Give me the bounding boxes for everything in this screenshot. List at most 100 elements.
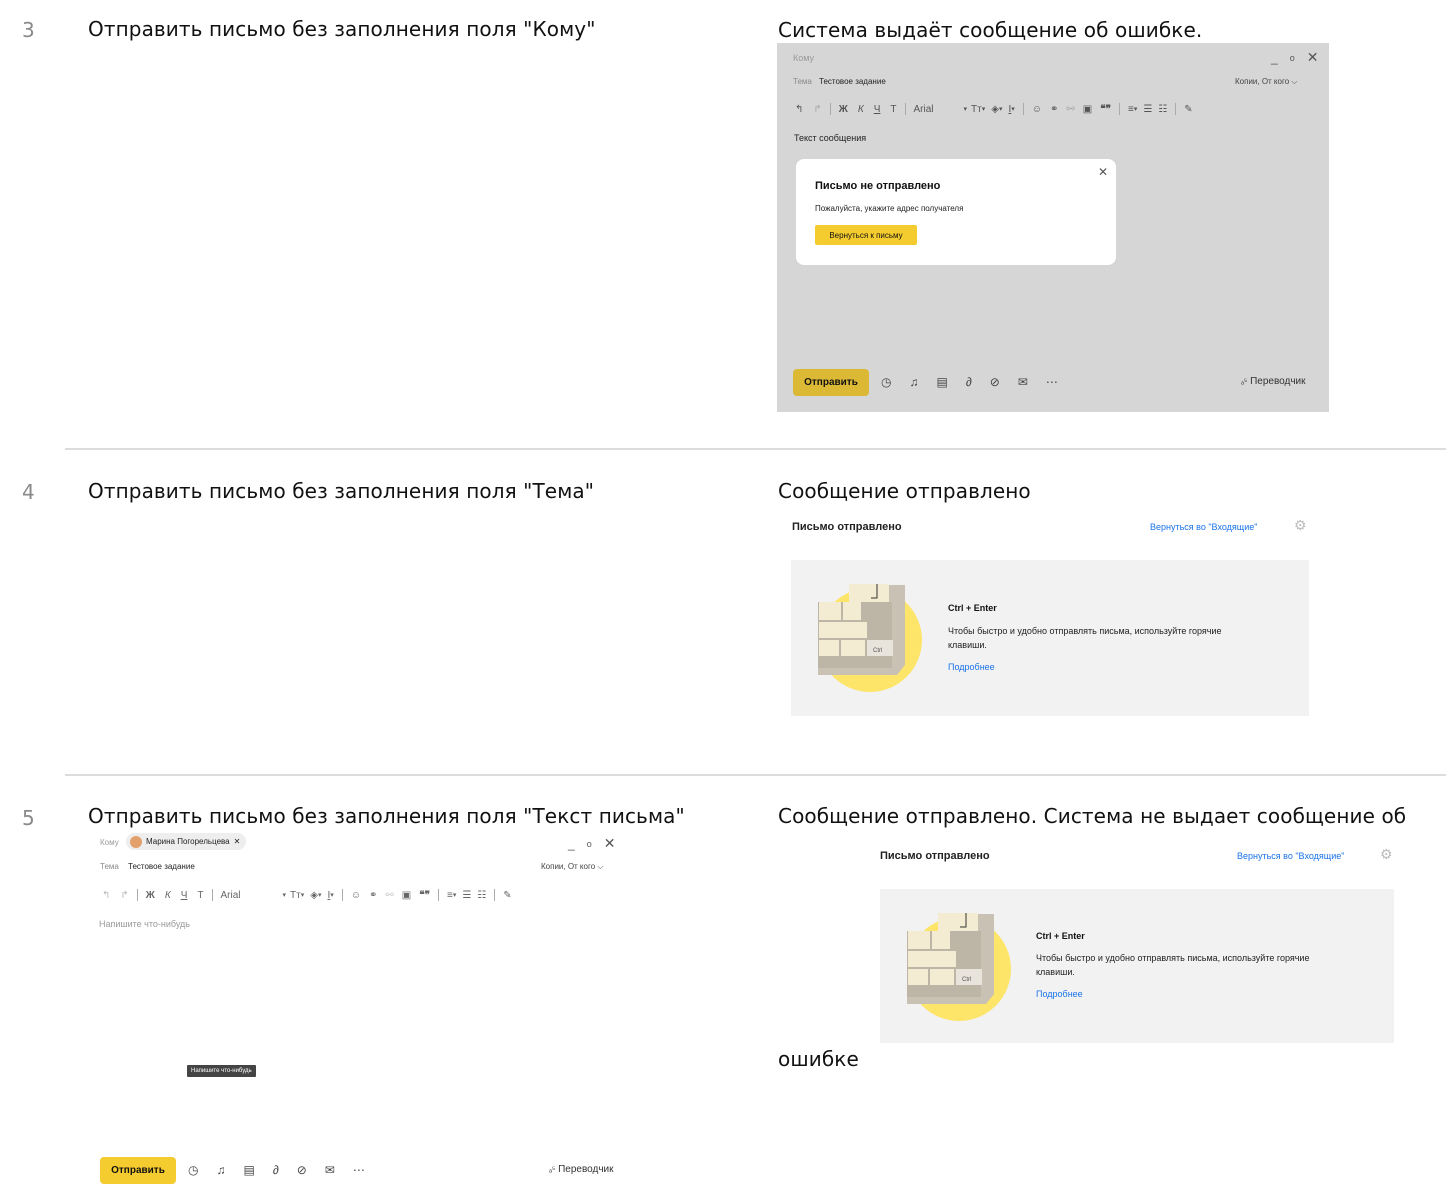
link-icon[interactable]: ⚭ [1050, 104, 1058, 115]
bold-button[interactable]: Ж [146, 890, 155, 901]
redo-icon[interactable]: ↱ [813, 104, 821, 115]
return-to-letter-button[interactable]: Вернуться к письму [815, 225, 917, 245]
font-select[interactable]: Arial [221, 890, 283, 901]
number-list-icon[interactable]: ☷ [1158, 104, 1167, 115]
message-body-placeholder[interactable]: Напишите что-нибудь [99, 919, 190, 929]
underline-button[interactable]: Ч [181, 890, 188, 901]
unlink-icon[interactable]: ⚯ [1066, 104, 1074, 115]
translator-label: Переводчик [1250, 376, 1306, 387]
disk-icon[interactable]: ⊘ [297, 1163, 307, 1177]
translator-label: Переводчик [558, 1164, 614, 1175]
hint-text-line2: клавиши. [948, 640, 987, 650]
strike-button[interactable]: Т [890, 104, 896, 115]
fill-color-icon[interactable]: ◈ [310, 890, 318, 901]
italic-button[interactable]: К [858, 104, 864, 115]
to-label[interactable]: Кому [100, 838, 119, 847]
back-to-inbox-link[interactable]: Вернуться во "Входящие" [1150, 522, 1257, 532]
send-button[interactable]: Отправить [793, 369, 869, 396]
chevron-down-icon[interactable]: ▾ [283, 891, 287, 899]
unlink-icon[interactable]: ⚯ [385, 890, 393, 901]
ctrl-key-label: Ctrl [962, 977, 971, 983]
bell-icon[interactable]: ♫ [216, 1163, 225, 1177]
sent-page-screenshot: Письмо отправлено Вернуться во "Входящие… [778, 508, 1318, 728]
translator-button[interactable]: ₐ⁵ Переводчик [549, 1164, 614, 1175]
emoji-icon[interactable]: ☺ [351, 890, 361, 901]
template-icon[interactable]: ▤ [243, 1163, 254, 1177]
hint-text-line1: Чтобы быстро и удобно отправлять письма,… [1036, 953, 1310, 963]
undo-icon[interactable]: ↰ [795, 104, 803, 115]
bell-icon[interactable]: ♫ [909, 375, 918, 389]
image-icon[interactable]: ▣ [1083, 104, 1092, 115]
quote-icon[interactable]: ❝❞ [1100, 104, 1111, 115]
learn-more-link[interactable]: Подробнее [948, 662, 995, 672]
font-size-button[interactable]: Тт [290, 890, 301, 901]
quote-icon[interactable]: ❝❞ [419, 890, 430, 901]
fill-color-icon[interactable]: ◈ [991, 104, 999, 115]
clear-format-icon[interactable]: ✎ [503, 890, 511, 901]
clear-format-icon[interactable]: ✎ [1184, 104, 1192, 115]
cc-toggle[interactable]: Копии, От кого ⌵ [541, 862, 603, 872]
attach-icon[interactable]: ∂ [966, 375, 972, 389]
subject-label: Тема [100, 862, 119, 871]
disk-icon[interactable]: ⊘ [990, 375, 1000, 389]
bold-button[interactable]: Ж [839, 104, 848, 115]
envelope-icon[interactable]: ✉ [325, 1163, 335, 1177]
italic-button[interactable]: К [165, 890, 171, 901]
subject-value[interactable]: Тестовое задание [128, 862, 195, 871]
more-icon[interactable]: ⋯ [1046, 375, 1058, 389]
sent-page-screenshot: Письмо отправлено Вернуться во "Входящие… [866, 837, 1406, 1057]
bullet-list-icon[interactable]: ☰ [1143, 104, 1152, 115]
number-list-icon[interactable]: ☷ [477, 890, 486, 901]
clock-icon[interactable]: ◷ [188, 1163, 198, 1177]
ctrl-key-label: Ctrl [873, 648, 882, 654]
learn-more-link[interactable]: Подробнее [1036, 989, 1083, 999]
close-icon[interactable]: ✕ [1098, 165, 1108, 179]
font-select[interactable]: Arial [914, 104, 964, 115]
close-icon[interactable]: ✕ [234, 837, 241, 846]
close-icon[interactable]: ✕ [604, 835, 616, 852]
hint-title: Ctrl + Enter [948, 603, 997, 613]
case-number: 5 [22, 806, 35, 830]
cc-toggle[interactable]: Копии, От кого ⌵ [1235, 77, 1297, 87]
minimize-icon[interactable]: _ [568, 837, 575, 851]
recipient-chip[interactable]: Марина Погорельцева ✕ [126, 833, 247, 850]
modal-message: Пожалуйста, укажите адрес получателя [815, 204, 964, 213]
gear-icon[interactable]: ⚙ [1380, 846, 1393, 863]
underline-button[interactable]: Ч [874, 104, 881, 115]
gear-icon[interactable]: ⚙ [1294, 517, 1307, 534]
close-icon[interactable]: ✕ [1307, 49, 1319, 66]
chevron-down-icon: ⌵ [597, 862, 604, 871]
expand-icon[interactable]: o [587, 839, 592, 849]
expand-icon[interactable]: o [1290, 53, 1295, 63]
message-body[interactable]: Текст сообщения [794, 133, 866, 143]
compose-window-screenshot: Кому Марина Погорельцева ✕ _ o ✕ Тема Те… [88, 832, 632, 1196]
font-size-button[interactable]: Тт [971, 104, 982, 115]
to-label[interactable]: Кому [793, 53, 814, 63]
link-icon[interactable]: ⚭ [369, 890, 377, 901]
case-title: Отправить письмо без заполнения поля "Ко… [88, 17, 596, 41]
modal-title: Письмо не отправлено [815, 180, 941, 192]
undo-icon[interactable]: ↰ [102, 890, 110, 901]
attach-icon[interactable]: ∂ [273, 1163, 279, 1177]
keyboard-illustration: Ctrl [907, 913, 1011, 1021]
envelope-icon[interactable]: ✉ [1018, 375, 1028, 389]
emoji-icon[interactable]: ☺ [1032, 104, 1042, 115]
bullet-list-icon[interactable]: ☰ [462, 890, 471, 901]
translator-button[interactable]: ₐ⁵ Переводчик [1241, 376, 1306, 387]
template-icon[interactable]: ▤ [936, 375, 947, 389]
recipient-name: Марина Погорельцева [146, 837, 230, 846]
more-icon[interactable]: ⋯ [353, 1163, 365, 1177]
avatar [130, 835, 142, 848]
send-button[interactable]: Отправить [100, 1157, 176, 1184]
strike-button[interactable]: Т [197, 890, 203, 901]
chevron-down-icon[interactable]: ▾ [964, 105, 968, 113]
image-icon[interactable]: ▣ [402, 890, 411, 901]
translate-icon: ₐ⁵ [549, 1165, 556, 1174]
sent-title: Письмо отправлено [880, 850, 990, 862]
redo-icon[interactable]: ↱ [120, 890, 128, 901]
subject-value[interactable]: Тестовое задание [819, 77, 886, 86]
expected-result: Сообщение отправлено [778, 479, 1031, 503]
clock-icon[interactable]: ◷ [881, 375, 891, 389]
minimize-icon[interactable]: _ [1271, 51, 1278, 65]
back-to-inbox-link[interactable]: Вернуться во "Входящие" [1237, 851, 1344, 861]
